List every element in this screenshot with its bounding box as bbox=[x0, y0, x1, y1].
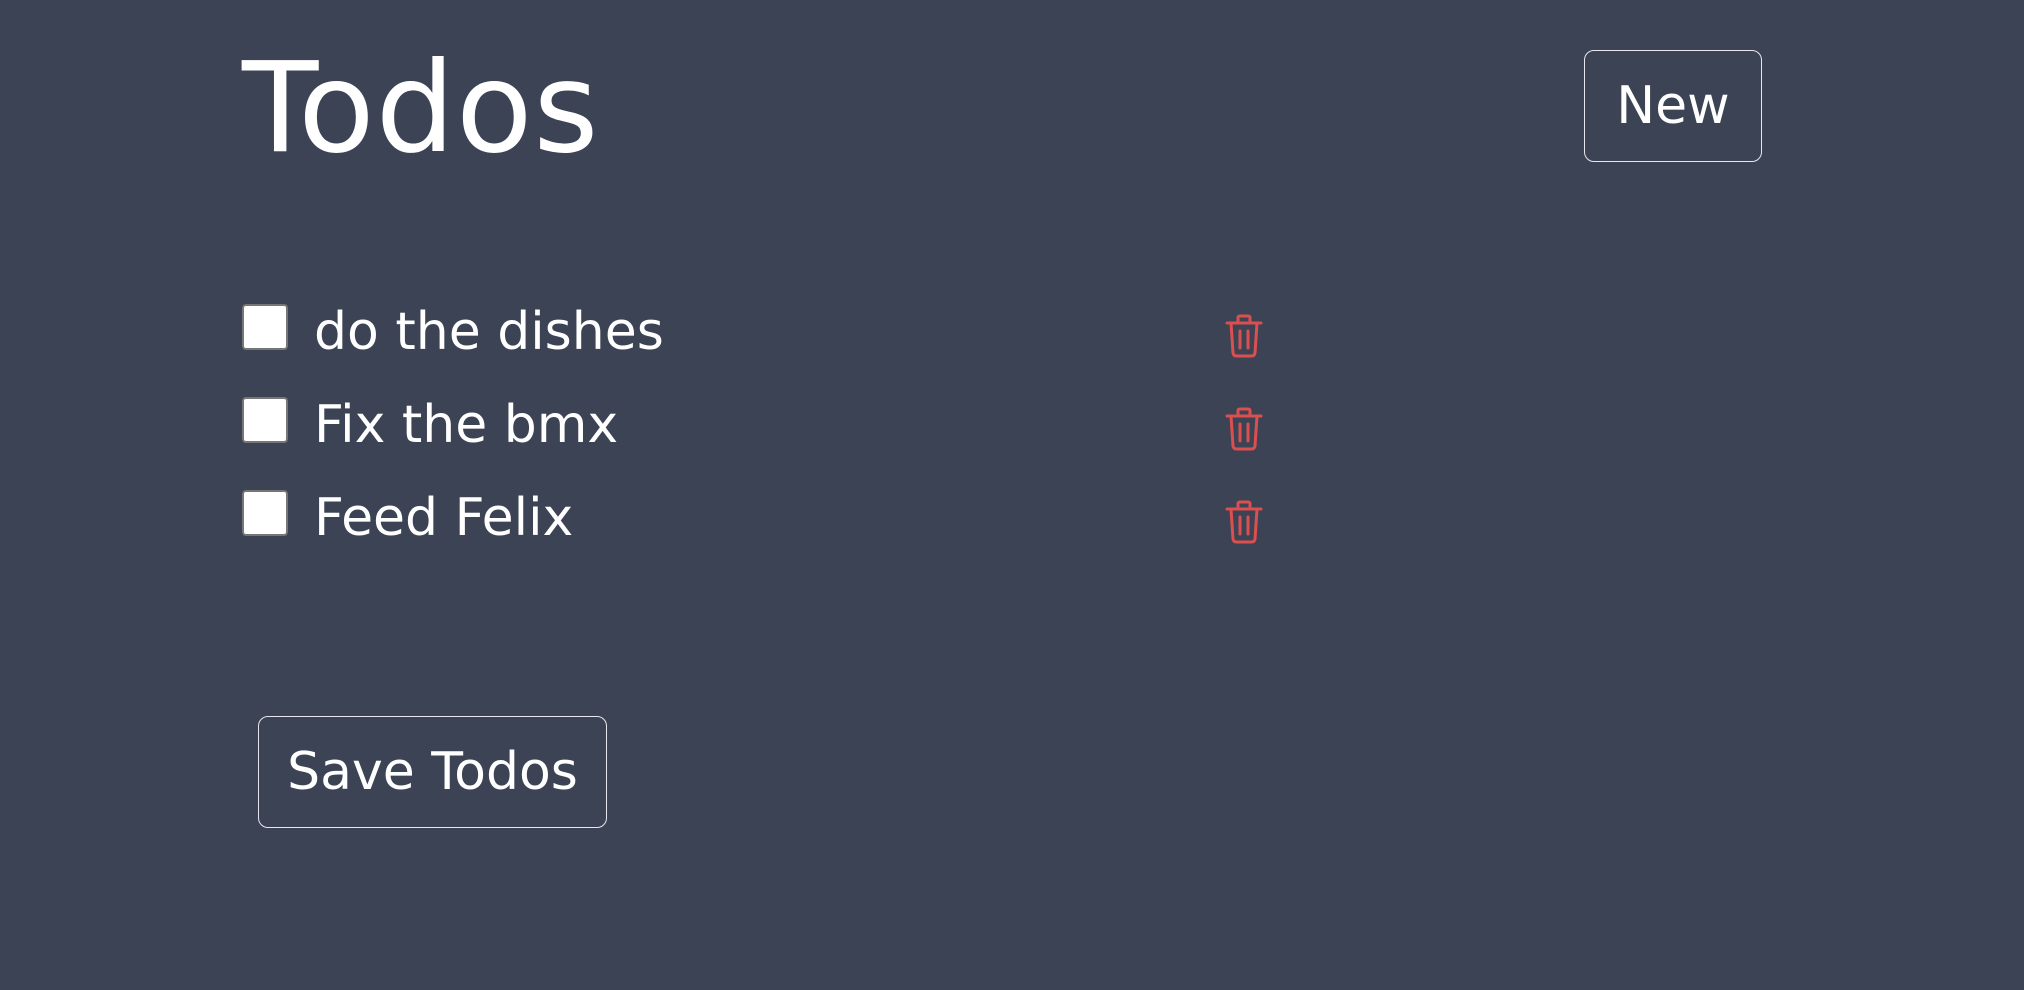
todo-item: Feed Felix bbox=[242, 486, 1272, 579]
save-todos-button[interactable]: Save Todos bbox=[258, 716, 607, 828]
todo-text: Feed Felix bbox=[314, 488, 574, 548]
delete-todo-button[interactable] bbox=[1220, 405, 1268, 453]
trash-icon bbox=[1225, 407, 1263, 451]
todo-checkbox[interactable] bbox=[242, 397, 288, 443]
todo-item: Fix the bmx bbox=[242, 393, 1272, 486]
delete-todo-button[interactable] bbox=[1220, 498, 1268, 546]
todo-text: do the dishes bbox=[314, 302, 664, 362]
todo-item: do the dishes bbox=[242, 300, 1272, 393]
todo-checkbox[interactable] bbox=[242, 304, 288, 350]
todo-text: Fix the bmx bbox=[314, 395, 619, 455]
todo-checkbox[interactable] bbox=[242, 490, 288, 536]
todo-list: do the dishes Fix the bmx Feed Felix bbox=[242, 300, 1272, 579]
delete-todo-button[interactable] bbox=[1220, 312, 1268, 360]
new-todo-button[interactable]: New bbox=[1584, 50, 1762, 162]
trash-icon bbox=[1225, 314, 1263, 358]
trash-icon bbox=[1225, 500, 1263, 544]
page-title: Todos bbox=[242, 36, 600, 181]
